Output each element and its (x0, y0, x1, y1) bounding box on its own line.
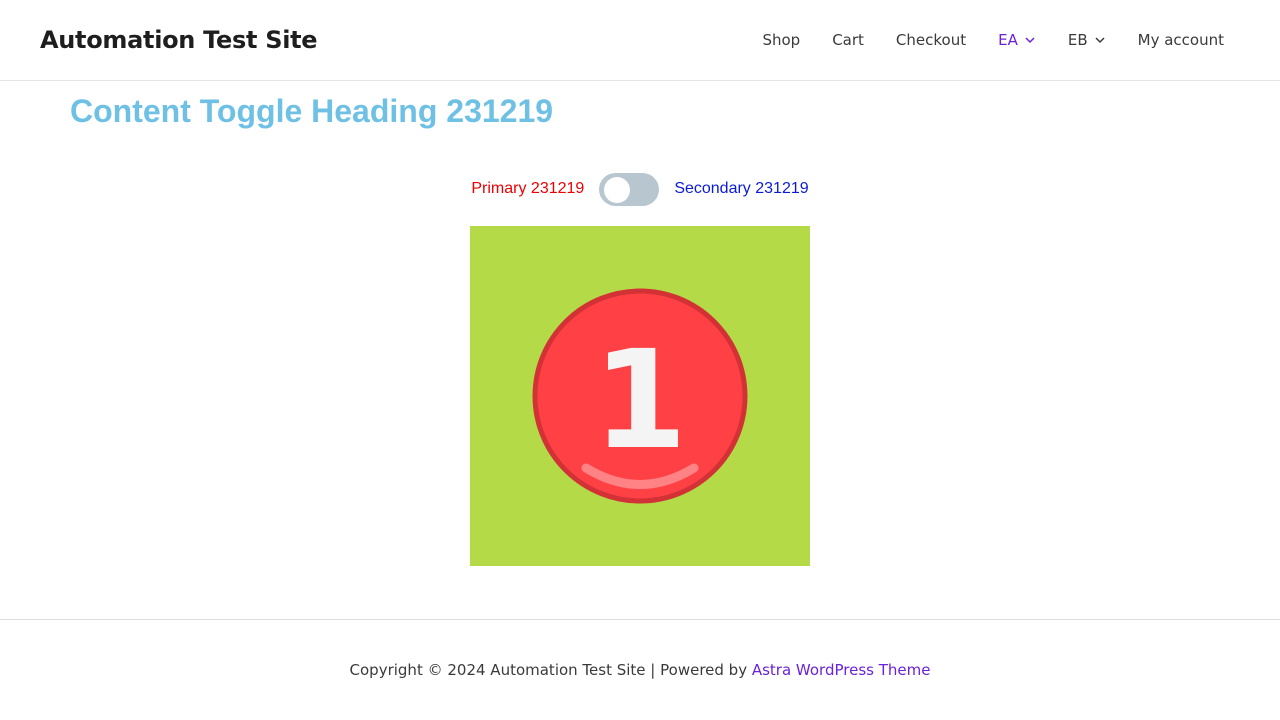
secondary-label[interactable]: Secondary 231219 (674, 180, 808, 198)
nav-item-label: Cart (832, 31, 864, 49)
nav-item-label: My account (1137, 31, 1224, 49)
nav-item-label: Checkout (895, 31, 967, 49)
site-header: Automation Test Site Shop Cart Checkout … (0, 0, 1280, 81)
nav-item-cart[interactable]: Cart (816, 0, 880, 80)
main-navigation: Shop Cart Checkout EA EB My account (746, 0, 1240, 80)
nav-item-eb[interactable]: EB (1052, 0, 1122, 80)
nav-item-my-account[interactable]: My account (1122, 0, 1240, 80)
toggle-knob (604, 176, 631, 203)
nav-item-label: EB (1067, 31, 1088, 49)
content-toggle: Primary 231219 Secondary 231219 (0, 172, 1280, 206)
nav-item-ea[interactable]: EA (982, 0, 1052, 80)
content-toggle-heading: Content Toggle Heading 231219 (70, 93, 554, 129)
site-footer: Copyright © 2024 Automation Test Site | … (0, 619, 1280, 720)
chevron-down-icon (1095, 37, 1105, 44)
nav-item-label: EA (998, 31, 1018, 49)
nav-item-shop[interactable]: Shop (746, 0, 816, 80)
chevron-down-icon (1025, 37, 1035, 44)
primary-content-image: 1 (470, 226, 810, 566)
content-toggle-switch[interactable] (599, 172, 660, 206)
nav-item-checkout[interactable]: Checkout (880, 0, 982, 80)
theme-link[interactable]: Astra WordPress Theme (752, 661, 931, 679)
site-title[interactable]: Automation Test Site (40, 24, 318, 56)
copyright-text: Copyright © 2024 Automation Test Site | … (349, 661, 752, 679)
badge-number: 1 (593, 322, 688, 480)
number-one-badge-icon: 1 (532, 288, 748, 504)
primary-label[interactable]: Primary 231219 (471, 180, 584, 198)
nav-item-label: Shop (762, 31, 801, 49)
footer-copyright: Copyright © 2024 Automation Test Site | … (0, 661, 1280, 679)
